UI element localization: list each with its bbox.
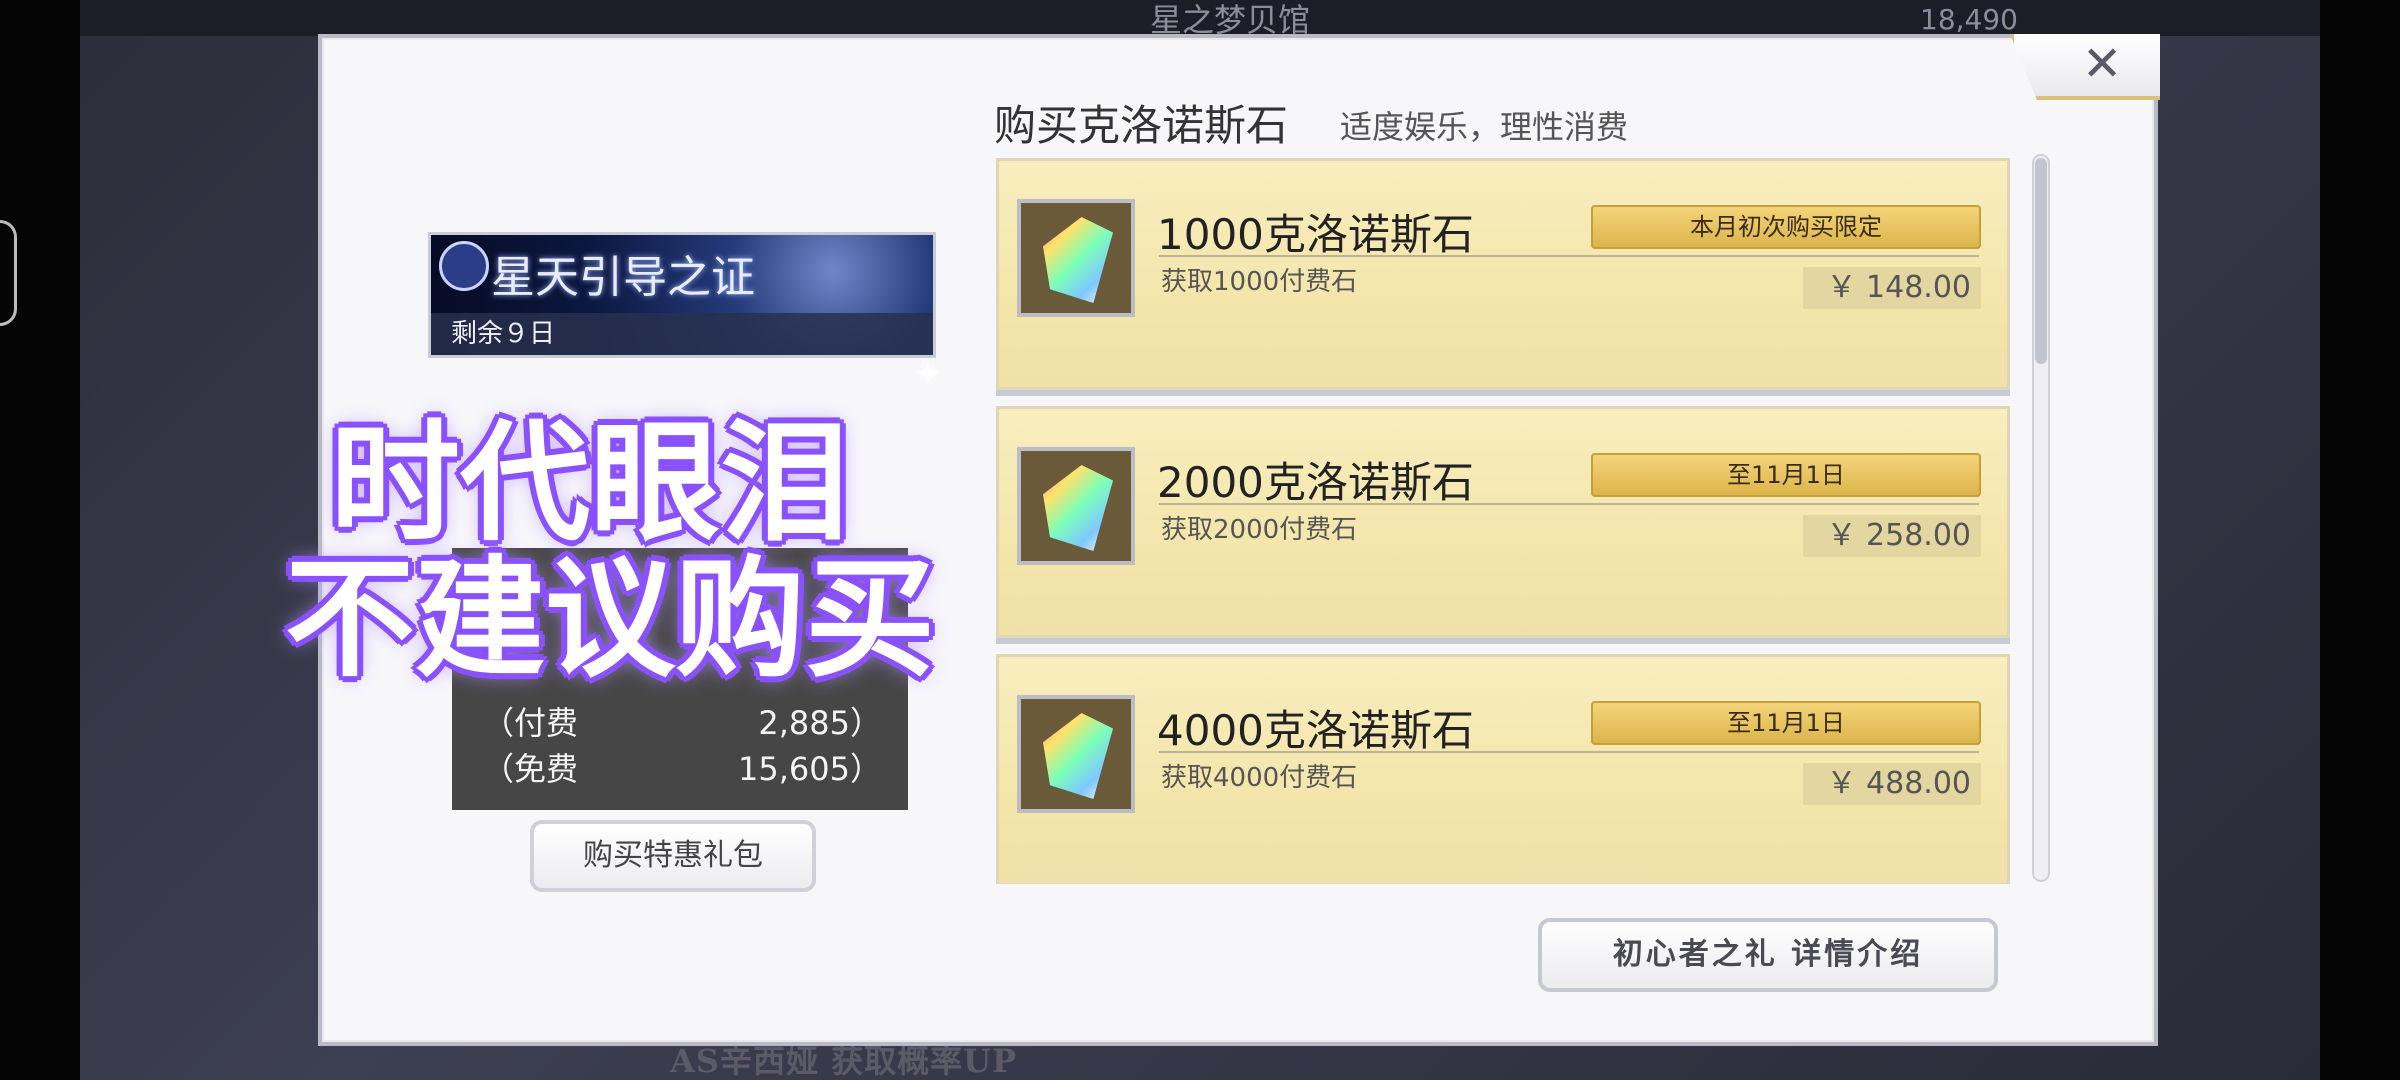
banner-title: 星天引导之证 xyxy=(491,252,755,303)
banner-emblem-icon xyxy=(439,241,489,291)
background-title: 星之梦贝馆 xyxy=(1150,1,1311,39)
product-limit-tag: 本月初次购买限定 xyxy=(1591,205,1981,249)
shop-subtitle: 适度娱乐，理性消费 xyxy=(1340,108,1629,146)
product-list: 1000克洛诺斯石 获取1000付费石 本月初次购买限定 ￥ 148.00 20… xyxy=(996,154,2010,884)
product-description: 获取1000付费石 xyxy=(1161,267,1358,297)
chronos-stone-icon xyxy=(1043,713,1113,799)
product-description: 获取4000付费石 xyxy=(1161,763,1358,793)
product-price: ￥ 488.00 xyxy=(1803,763,1981,805)
product-price: ￥ 148.00 xyxy=(1803,267,1981,309)
product-name: 2000克洛诺斯石 xyxy=(1157,458,1474,507)
product-price: ￥ 258.00 xyxy=(1803,515,1981,557)
product-card[interactable]: 1000克洛诺斯石 获取1000付费石 本月初次购买限定 ￥ 148.00 xyxy=(996,158,2010,390)
product-card[interactable]: 4000克洛诺斯石 获取4000付费石 至11月1日 ￥ 488.00 xyxy=(996,654,2010,884)
free-balance-label: （免费 xyxy=(482,750,579,788)
side-drawer-handle[interactable] xyxy=(0,220,17,326)
free-balance-value: 15,605） xyxy=(738,750,882,788)
product-limit-tag: 至11月1日 xyxy=(1591,453,1981,497)
overlay-caption-line-2: 不建议购买 xyxy=(284,543,935,695)
event-banner[interactable]: 星天引导之证 剩余９日 xyxy=(428,232,936,358)
background-currency-count: 18,490 xyxy=(1920,3,2018,36)
sparkle-icon: ✦ xyxy=(914,354,943,394)
product-divider xyxy=(1159,255,1979,257)
product-name: 4000克洛诺斯石 xyxy=(1157,706,1474,755)
banner-remaining-days: 剩余９日 xyxy=(431,313,933,355)
buy-gift-pack-button[interactable]: 购买特惠礼包 xyxy=(530,820,816,892)
scrollbar-thumb[interactable] xyxy=(2035,158,2047,364)
product-limit-tag: 至11月1日 xyxy=(1591,701,1981,745)
product-icon-frame xyxy=(1017,447,1135,565)
product-name: 1000克洛诺斯石 xyxy=(1157,210,1474,259)
product-icon-frame xyxy=(1017,695,1135,813)
paid-balance-value: 2,885） xyxy=(758,704,882,742)
product-description: 获取2000付费石 xyxy=(1161,515,1358,545)
product-divider xyxy=(1159,751,1979,753)
overlay-caption-line-1: 时代眼泪 xyxy=(329,407,850,559)
paid-balance-label: （付费 xyxy=(482,704,579,742)
chronos-stone-icon xyxy=(1043,465,1113,551)
product-divider xyxy=(1159,503,1979,505)
close-icon: ✕ xyxy=(2082,36,2123,92)
beginner-gift-info-button[interactable]: 初心者之礼 详情介绍 xyxy=(1538,918,1998,992)
chronos-stone-icon xyxy=(1043,217,1113,303)
product-icon-frame xyxy=(1017,199,1135,317)
overlay-caption: 时代眼泪 不建议购买 xyxy=(260,418,980,684)
product-card[interactable]: 2000克洛诺斯石 获取2000付费石 至11月1日 ￥ 258.00 xyxy=(996,406,2010,638)
shop-title: 购买克洛诺斯石 xyxy=(994,101,1289,150)
